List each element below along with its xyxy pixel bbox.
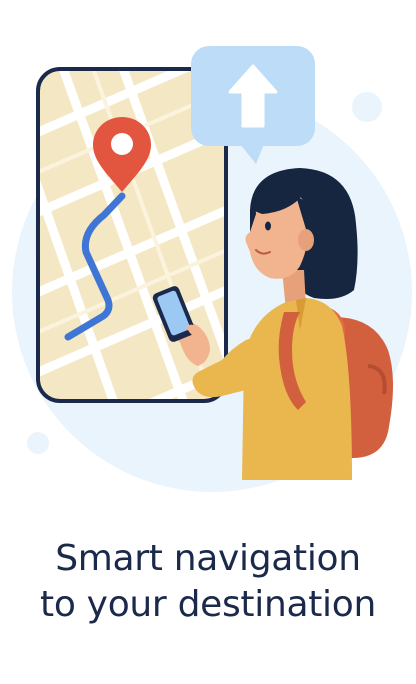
onboarding-screen: Smart navigation to your destination — [0, 0, 416, 684]
headline-line-1: Smart navigation — [55, 538, 361, 580]
headline-line-2: to your destination — [40, 584, 376, 626]
backdrop-dot — [352, 92, 382, 122]
onboarding-headline: Smart navigation to your destination — [0, 536, 416, 628]
backdrop-dot — [27, 432, 49, 454]
navigation-illustration — [12, 46, 412, 492]
